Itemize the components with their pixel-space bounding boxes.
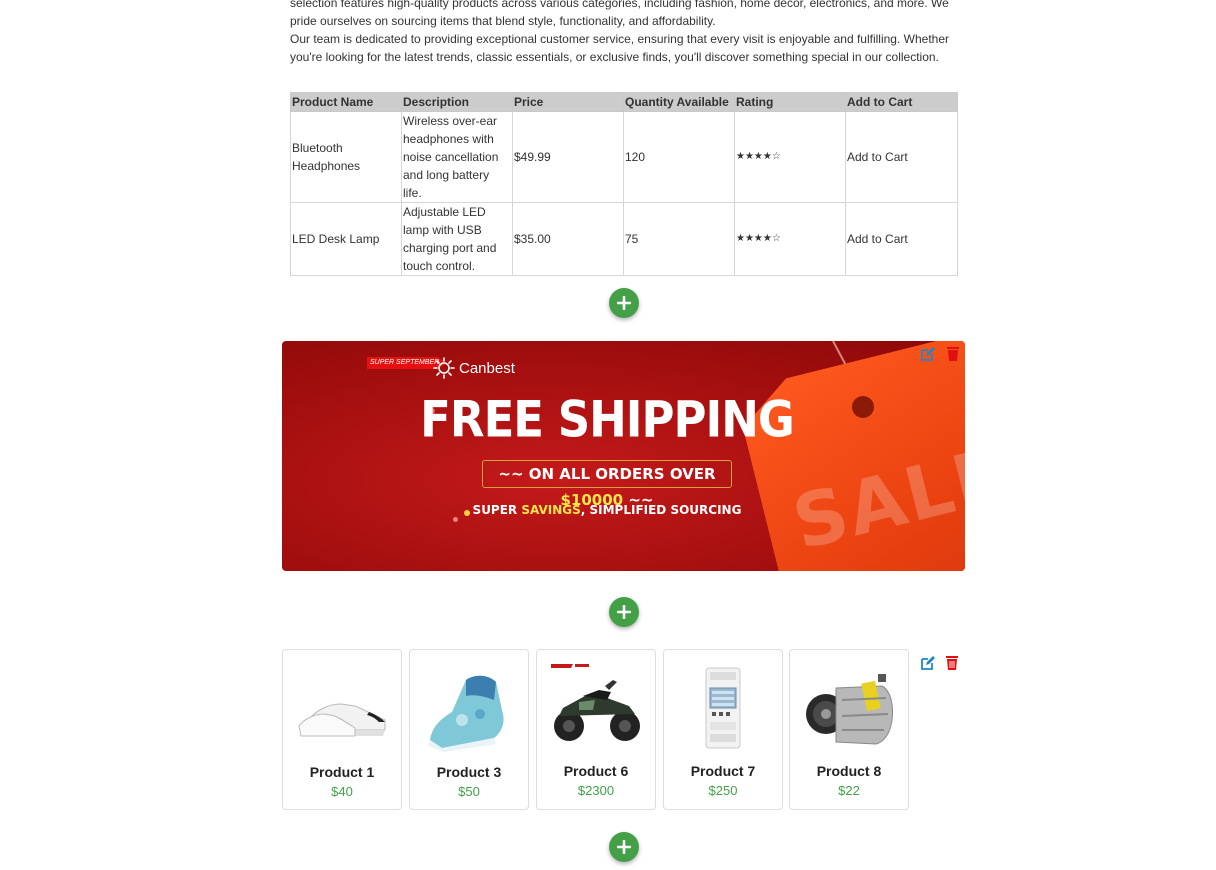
product-price: $22 <box>838 783 860 798</box>
savings-tagline: SUPER SAVINGS, SIMPLIFIED SOURCING <box>282 503 932 517</box>
sparkle-dot <box>453 517 458 522</box>
atv-image <box>551 664 640 741</box>
add-section-button[interactable] <box>609 288 639 318</box>
product-price: $2300 <box>577 783 615 798</box>
cell-quantity: 120 <box>623 111 735 203</box>
intro-paragraph-1: selection features high-quality products… <box>290 0 949 28</box>
cell-description: Adjustable LED lamp with USB charging po… <box>401 202 513 276</box>
plus-icon <box>617 296 631 310</box>
cell-description: Wireless over-ear headphones with noise … <box>401 111 513 203</box>
edit-icon[interactable] <box>920 655 936 671</box>
product-table: Product Name Description Price Quantity … <box>290 92 958 276</box>
orders-threshold: ~~ ON ALL ORDERS OVER $10000 ~~ <box>482 460 732 509</box>
header-rating: Rating <box>734 92 846 112</box>
savings-prefix: SUPER <box>472 503 522 517</box>
product-name: Product 1 <box>309 764 375 780</box>
product-name: Product 3 <box>436 764 502 780</box>
sun-logo-icon <box>433 357 455 379</box>
cell-price: $35.00 <box>512 202 624 276</box>
cell-rating: ★★★★☆ <box>734 111 846 203</box>
banner-headline: FREE SHIPPING <box>420 390 795 449</box>
add-section-button[interactable] <box>609 597 639 627</box>
product-name: Product 6 <box>563 763 629 779</box>
table-header-row: Product Name Description Price Quantity … <box>290 92 958 112</box>
cell-rating: ★★★★☆ <box>734 202 846 276</box>
product-card[interactable]: Product 3 $50 <box>409 649 529 810</box>
brand-name: Canbest <box>459 359 515 377</box>
cell-product-name: Bluetooth Headphones <box>290 111 402 203</box>
product-name: Product 8 <box>816 763 882 779</box>
plus-icon <box>617 605 631 619</box>
promo-banner: SALE SUPER SEPTEMBER Canbest FREE SHIPPI… <box>282 341 965 571</box>
sneaker-image <box>298 703 386 737</box>
header-product-name: Product Name <box>290 92 402 112</box>
savings-suffix: , SIMPLIFIED SOURCING <box>580 503 742 517</box>
header-description: Description <box>401 92 513 112</box>
delete-icon[interactable] <box>945 346 961 362</box>
delete-icon[interactable] <box>944 655 960 671</box>
product-price: $40 <box>331 784 353 799</box>
header-add-to-cart: Add to Cart <box>845 92 958 112</box>
ac-compressor-image <box>806 674 893 745</box>
product-price: $50 <box>458 784 480 799</box>
add-to-cart-link[interactable]: Add to Cart <box>845 111 958 203</box>
add-section-button[interactable] <box>609 832 639 862</box>
table-row: LED Desk Lamp Adjustable LED lamp with U… <box>290 202 958 276</box>
cell-product-name: LED Desk Lamp <box>290 202 402 276</box>
energy-meter-image <box>705 667 741 749</box>
product-card[interactable]: Product 6 $2300 <box>536 649 656 810</box>
product-card[interactable]: Product 7 $250 <box>663 649 783 810</box>
header-price: Price <box>512 92 624 112</box>
brand-logo: Canbest <box>433 357 515 379</box>
table-row: Bluetooth Headphones Wireless over-ear h… <box>290 111 958 203</box>
basketball-shoe-image <box>428 675 504 752</box>
cell-quantity: 75 <box>623 202 735 276</box>
intro-text: selection features high-quality products… <box>290 0 970 66</box>
cell-price: $49.99 <box>512 111 624 203</box>
header-quantity: Quantity Available <box>623 92 735 112</box>
orders-prefix: ~~ ON ALL ORDERS OVER <box>498 465 716 483</box>
intro-paragraph-2: Our team is dedicated to providing excep… <box>290 32 949 64</box>
plus-icon <box>617 840 631 854</box>
edit-icon[interactable] <box>920 346 936 362</box>
product-price: $250 <box>708 783 738 798</box>
product-card[interactable]: Product 8 $22 <box>789 649 909 810</box>
savings-highlight: SAVINGS <box>521 503 581 517</box>
add-to-cart-link[interactable]: Add to Cart <box>845 202 958 276</box>
product-name: Product 7 <box>690 763 756 779</box>
product-card[interactable]: Product 1 $40 <box>282 649 402 810</box>
